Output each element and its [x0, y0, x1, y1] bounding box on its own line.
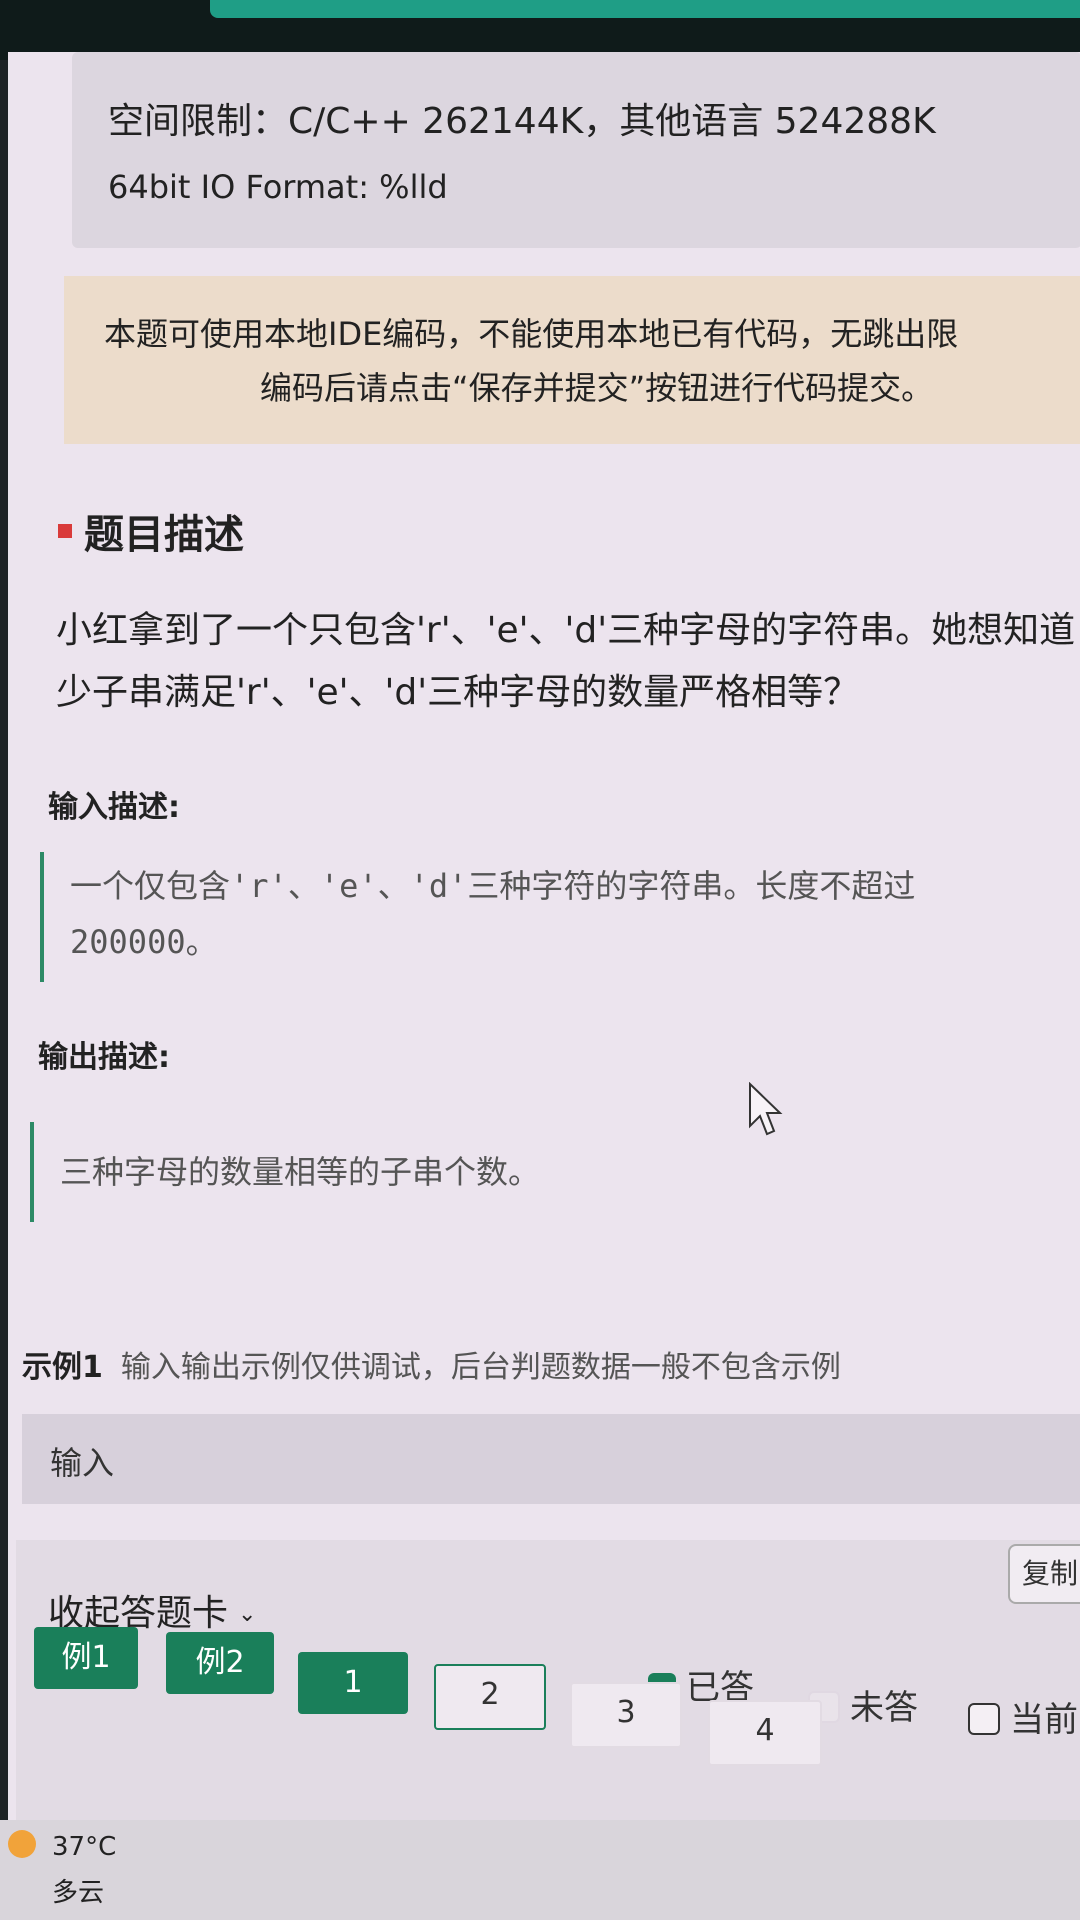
legend-unanswered-label: 未答	[850, 1688, 918, 1728]
limits-box: 空间限制：C/C++ 262144K，其他语言 524288K 64bit IO…	[72, 52, 1080, 248]
legend-current: 当前	[968, 1692, 1078, 1741]
io-format: 64bit IO Format: %lld	[108, 168, 448, 206]
question-button-3[interactable]: 3	[570, 1682, 682, 1748]
legend-current-label: 当前	[1010, 1700, 1078, 1740]
current-swatch	[968, 1702, 1000, 1735]
desc-line-1: 小红拿到了一个只包含'r'、'e'、'd'三种字母的字符串。她想知道	[56, 610, 1076, 651]
input-desc-text: 一个仅包含	[70, 867, 231, 905]
input-desc-code: 'r'、'e'、'd'	[230, 867, 468, 905]
section-marker-icon	[58, 524, 72, 538]
notice-line-1: 本题可使用本地IDE编码，不能使用本地已有代码，无跳出限	[104, 315, 959, 353]
example-header: 示例1 输入输出示例仅供调试，后台判题数据一般不包含示例	[22, 1342, 841, 1386]
taskbar: 37°C 多云	[0, 1820, 1080, 1920]
desc-line-2: 少子串满足'r'、'e'、'd'三种字母的数量严格相等？	[56, 672, 860, 713]
question-button-1[interactable]: 1	[298, 1652, 408, 1714]
question-button-2[interactable]: 2	[434, 1664, 546, 1730]
weather-temperature[interactable]: 37°C	[52, 1832, 116, 1862]
output-title: 输出描述:	[38, 1040, 170, 1075]
question-button-example-2[interactable]: 例2	[166, 1632, 274, 1694]
example-label: 示例1	[22, 1350, 103, 1385]
ide-notice: 本题可使用本地IDE编码，不能使用本地已有代码，无跳出限 编码后请点击“保存并提…	[64, 276, 1080, 444]
weather-condition[interactable]: 多云	[52, 1872, 104, 1909]
problem-page: 空间限制：C/C++ 262144K，其他语言 524288K 64bit IO…	[8, 52, 1080, 1832]
space-limit: 空间限制：C/C++ 262144K，其他语言 524288K	[108, 101, 936, 142]
example-hint: 输入输出示例仅供调试，后台判题数据一般不包含示例	[120, 1350, 841, 1385]
sun-cloud-icon	[8, 1830, 36, 1858]
question-button-4[interactable]: 4	[708, 1700, 822, 1766]
chevron-down-icon: ⌄	[238, 1602, 257, 1627]
section-title: 题目描述	[58, 502, 244, 560]
mouse-cursor-icon	[749, 1082, 783, 1136]
copy-button[interactable]: 复制	[1008, 1544, 1080, 1604]
question-button-example-1[interactable]: 例1	[34, 1627, 138, 1689]
input-desc-limit: 200000。	[70, 923, 218, 961]
top-accent-bar	[210, 0, 1080, 18]
output-description: 三种字母的数量相等的子串个数。	[30, 1122, 1080, 1222]
example-input-label: 输入	[50, 1444, 115, 1482]
section-title-text: 题目描述	[84, 512, 244, 558]
notice-line-2: 编码后请点击“保存并提交”按钮进行代码提交。	[260, 369, 934, 407]
input-desc-text-2: 三种字符的字符串。长度不超过	[467, 867, 916, 905]
input-description: 一个仅包含'r'、'e'、'd'三种字符的字符串。长度不超过 200000。	[40, 852, 1080, 982]
legend-unanswered: 未答	[808, 1680, 918, 1729]
example-input-bar: 输入	[22, 1414, 1080, 1504]
problem-description: 小红拿到了一个只包含'r'、'e'、'd'三种字母的字符串。她想知道 少子串满足…	[56, 600, 1076, 724]
top-bar	[0, 0, 1080, 60]
input-title: 输入描述:	[48, 790, 180, 825]
